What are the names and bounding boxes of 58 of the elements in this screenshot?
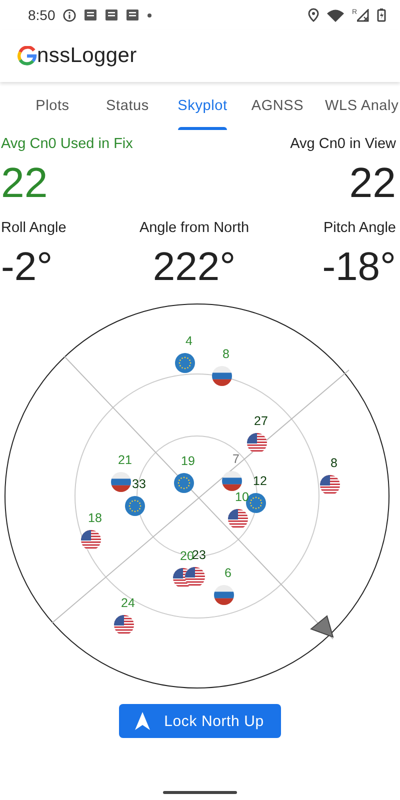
satellite-label: 12	[253, 474, 267, 488]
us-flag-icon	[228, 509, 248, 529]
satellite-label: 21	[118, 453, 132, 467]
satellite-label: 18	[88, 511, 102, 525]
notification-icon	[84, 9, 98, 21]
navigation-arrow-icon	[135, 712, 150, 730]
satellite-label: 20	[180, 549, 194, 563]
stat-value: 22	[1, 158, 49, 208]
us-flag-icon	[114, 615, 134, 635]
stat-label: Avg Cn0 Used in Fix	[1, 136, 133, 152]
eu-flag-icon	[125, 496, 145, 516]
battery-icon	[377, 8, 386, 22]
russia-flag-icon	[212, 366, 232, 386]
satellite-label: 19	[181, 454, 195, 468]
lock-north-button[interactable]: Lock North Up	[119, 704, 281, 738]
russia-flag-icon	[214, 585, 234, 605]
wifi-icon	[326, 8, 344, 22]
tab[interactable]: Status	[90, 82, 165, 130]
satellite-label: 6	[224, 566, 232, 580]
angle-label: Pitch Angle	[323, 220, 396, 236]
satellite-label: 8	[222, 347, 230, 361]
russia-flag-icon	[111, 472, 131, 492]
russia-flag-icon	[222, 471, 242, 491]
clock-time: 8:50	[28, 7, 56, 23]
more-dot-icon	[147, 12, 152, 18]
tab[interactable]: WLS Analy	[315, 82, 399, 130]
eu-flag-icon	[175, 353, 195, 373]
satellite-label: 7	[232, 452, 240, 466]
angle-label: Roll Angle	[1, 220, 66, 236]
us-flag-icon	[81, 530, 101, 550]
angle-value: 222°	[152, 244, 236, 291]
notification-icon	[105, 9, 118, 21]
signal-icon	[357, 8, 369, 22]
info-icon	[63, 8, 76, 22]
angle-value: -2°	[1, 244, 54, 291]
app-title: nssLogger	[37, 44, 137, 68]
angle-label: Angle from North	[139, 220, 250, 236]
g-logo-icon	[17, 46, 37, 66]
satellite-label: 4	[186, 334, 192, 348]
tab[interactable]: AGNSS	[240, 82, 315, 130]
location-icon	[308, 8, 319, 22]
angle-value: -18°	[322, 244, 396, 291]
heading-triangle	[310, 615, 334, 638]
eu-flag-icon	[174, 473, 194, 493]
satellite-label: 27	[254, 414, 268, 428]
satellite-label: 24	[121, 596, 135, 610]
satellite-label: 23	[192, 548, 206, 562]
tab[interactable]: Plots	[15, 82, 90, 130]
us-flag-icon	[185, 567, 205, 587]
us-flag-icon	[320, 475, 340, 495]
tab[interactable]: Skyplot	[165, 82, 240, 130]
satellite-label: 33	[132, 477, 146, 491]
stat-value: 22	[349, 158, 396, 208]
stat-label: Avg Cn0 in View	[290, 136, 396, 152]
satellite-label: 8	[330, 456, 338, 470]
notification-icon	[126, 9, 140, 21]
us-flag-icon	[247, 433, 267, 453]
satellite-label: 10	[235, 490, 249, 504]
